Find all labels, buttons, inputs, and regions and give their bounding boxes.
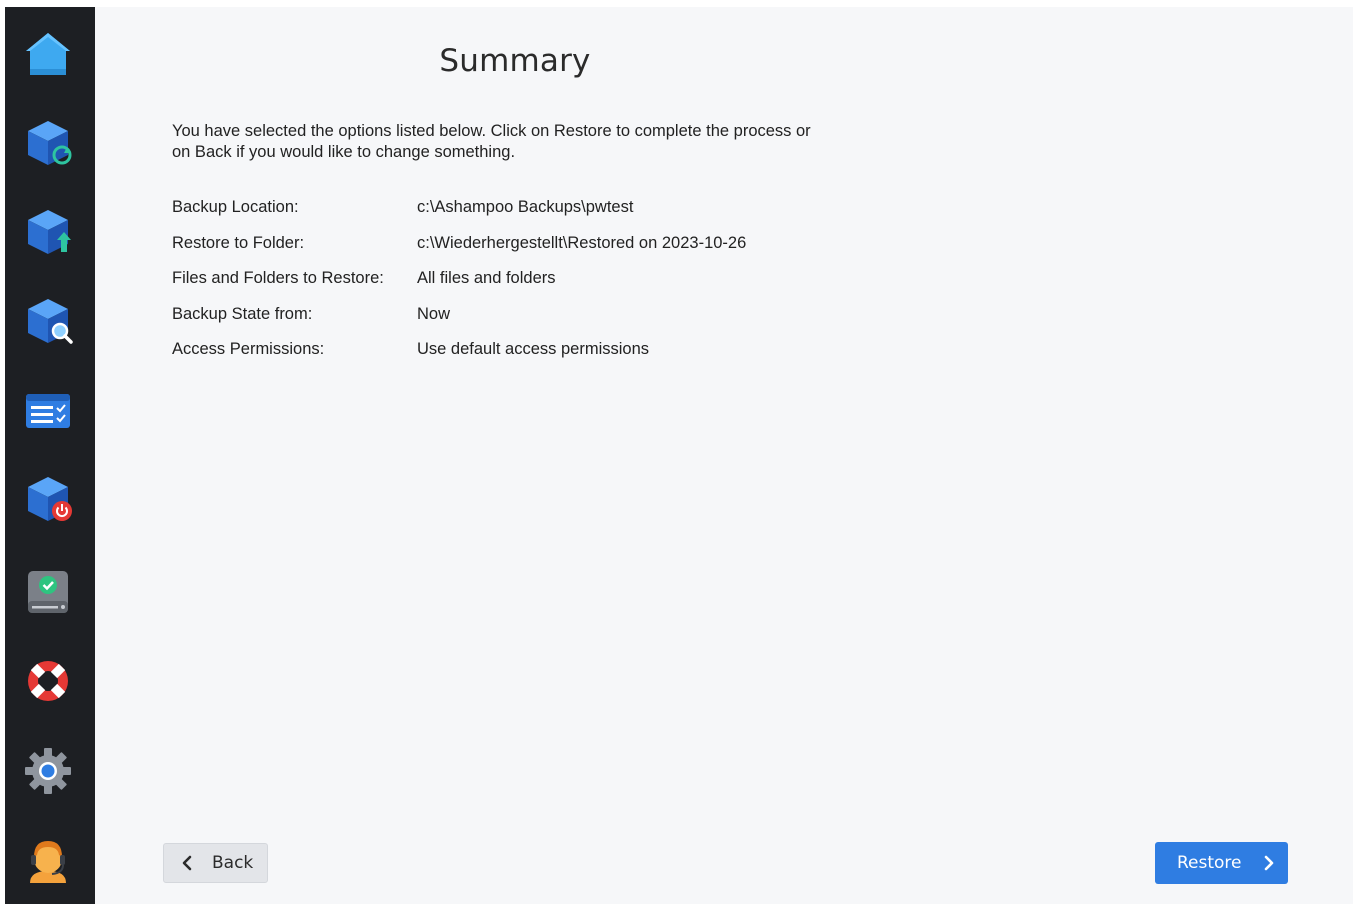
support-agent-icon: [30, 841, 66, 883]
summary-label: Access Permissions:: [172, 340, 325, 359]
app-window: Summary You have selected the options li…: [5, 7, 1353, 904]
backup-power-icon: [28, 477, 72, 521]
sidebar-item-help[interactable]: [20, 653, 76, 709]
sidebar-item-home[interactable]: [20, 27, 76, 83]
backup-upload-icon: [28, 210, 71, 254]
summary-row-files-to-restore: Files and Folders to Restore: All files …: [172, 261, 746, 297]
summary-row-backup-state: Backup State from: Now: [172, 297, 746, 333]
sidebar-item-restore[interactable]: [20, 204, 76, 260]
backup-search-icon: [28, 299, 73, 344]
task-list-icon: [26, 394, 70, 428]
sidebar: [5, 7, 95, 904]
summary-row-restore-folder: Restore to Folder: c:\Wiederhergestellt\…: [172, 226, 746, 262]
backup-sync-icon: [28, 121, 72, 165]
summary-label: Backup State from:: [172, 304, 313, 323]
summary-value: Use default access permissions: [417, 340, 650, 359]
summary-row-backup-location: Backup Location: c:\Ashampoo Backups\pwt…: [172, 190, 746, 226]
intro-line-1: You have selected the options listed bel…: [172, 122, 811, 140]
sidebar-item-tasks[interactable]: [20, 383, 76, 439]
summary-label: Backup Location:: [172, 198, 299, 217]
gear-icon: [25, 748, 71, 794]
summary-row-access-permissions: Access Permissions: Use default access p…: [172, 332, 746, 368]
sidebar-item-rescue[interactable]: [20, 471, 76, 527]
sidebar-item-drive-check[interactable]: [20, 563, 76, 619]
back-button[interactable]: Back: [163, 843, 268, 883]
drive-check-icon: [28, 571, 68, 613]
intro-text: You have selected the options listed bel…: [172, 121, 872, 163]
lifebuoy-icon: [28, 661, 68, 701]
summary-page: Summary You have selected the options li…: [95, 7, 1353, 904]
summary-value: c:\Ashampoo Backups\pwtest: [417, 198, 634, 217]
summary-label: Restore to Folder:: [172, 233, 305, 252]
sidebar-item-backup[interactable]: [20, 115, 76, 171]
restore-button[interactable]: Restore: [1155, 842, 1288, 884]
home-icon: [26, 33, 70, 75]
summary-label: Files and Folders to Restore:: [172, 269, 384, 288]
summary-value: Now: [417, 304, 451, 323]
page-title: Summary: [439, 43, 591, 79]
chevron-right-icon: [1262, 855, 1276, 871]
restore-button-label: Restore: [1177, 853, 1242, 873]
summary-value: All files and folders: [417, 269, 556, 288]
sidebar-item-support[interactable]: [20, 833, 76, 889]
intro-line-2: on Back if you would like to change some…: [172, 143, 516, 161]
summary-table: Backup Location: c:\Ashampoo Backups\pwt…: [172, 190, 746, 368]
chevron-left-icon: [180, 855, 194, 871]
back-button-label: Back: [212, 853, 254, 873]
summary-value: c:\Wiederhergestellt\Restored on 2023-10…: [417, 233, 747, 252]
sidebar-item-explore[interactable]: [20, 293, 76, 349]
sidebar-item-settings[interactable]: [20, 743, 76, 799]
